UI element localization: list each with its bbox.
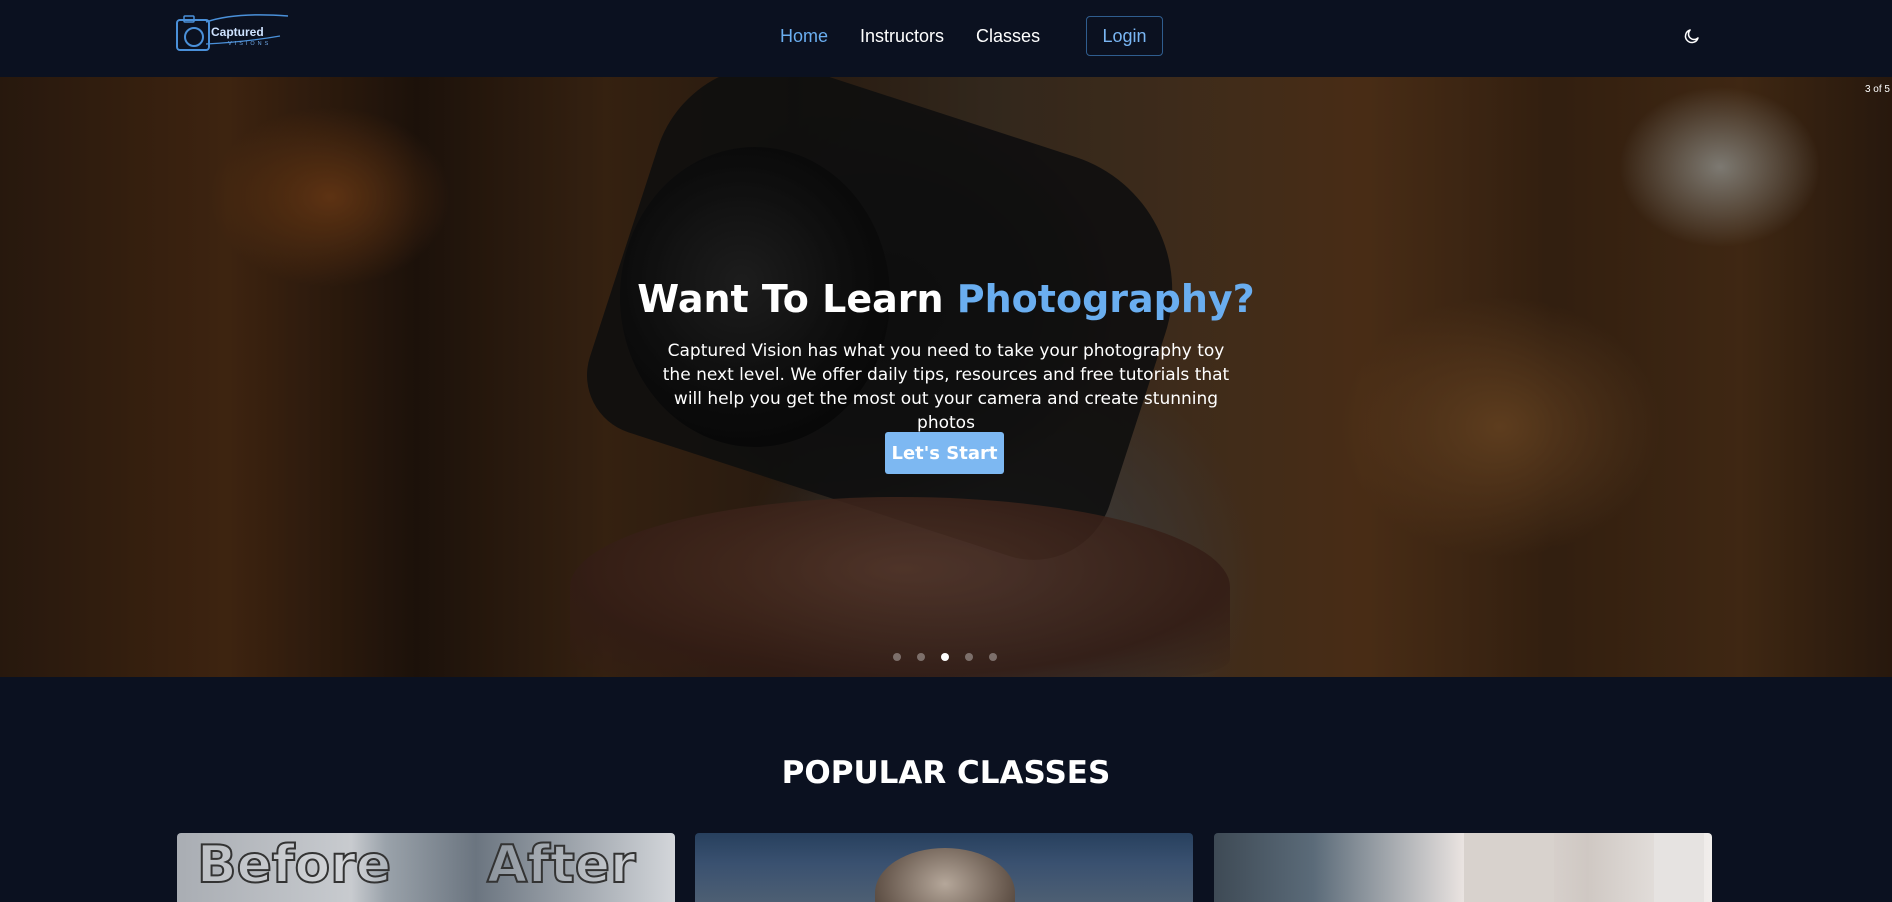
card-word-after: After [486, 834, 637, 896]
nav-link-home[interactable]: Home [780, 26, 828, 47]
hero-carousel: 3 of 5 Want To Learn Photography? Captur… [0, 77, 1892, 677]
logo[interactable]: Captured VISIONS [176, 14, 290, 58]
nav-link-classes[interactable]: Classes [976, 26, 1040, 47]
carousel-dot-2[interactable] [917, 653, 925, 661]
theme-toggle-button[interactable] [1678, 22, 1706, 50]
logo-subtext: VISIONS [228, 41, 272, 47]
carousel-dot-5[interactable] [989, 653, 997, 661]
hero-title-accent: Photography? [956, 277, 1255, 321]
class-card-2[interactable] [695, 833, 1193, 902]
navbar: Captured VISIONS Home Instructors Classe… [0, 0, 1892, 77]
card-word-before: Before [196, 834, 392, 896]
hero-description: Captured Vision has what you need to tak… [662, 341, 1230, 433]
carousel-dot-3[interactable] [941, 653, 949, 661]
login-button[interactable]: Login [1086, 16, 1163, 56]
nav-link-instructors[interactable]: Instructors [860, 26, 944, 47]
nav-links: Home Instructors Classes [780, 16, 1072, 56]
carousel-dot-1[interactable] [893, 653, 901, 661]
carousel-dots [893, 653, 1013, 661]
lets-start-button[interactable]: Let's Start [885, 432, 1004, 474]
popular-classes-title: POPULAR CLASSES [781, 755, 1111, 791]
class-card-image-building [1464, 833, 1554, 902]
class-card-image-building-2 [1654, 833, 1704, 902]
class-card-image-rock [875, 848, 1015, 902]
class-card-3[interactable] [1214, 833, 1712, 902]
moon-icon [1684, 29, 1699, 44]
class-card-1[interactable]: Before After [177, 833, 675, 902]
hero-title: Want To Learn Photography? [0, 277, 1892, 321]
carousel-dot-4[interactable] [965, 653, 973, 661]
hero-title-plain: Want To Learn [637, 277, 957, 321]
hero-content: Want To Learn Photography? Captured Visi… [0, 77, 1892, 677]
logo-text: Captured [211, 25, 264, 39]
